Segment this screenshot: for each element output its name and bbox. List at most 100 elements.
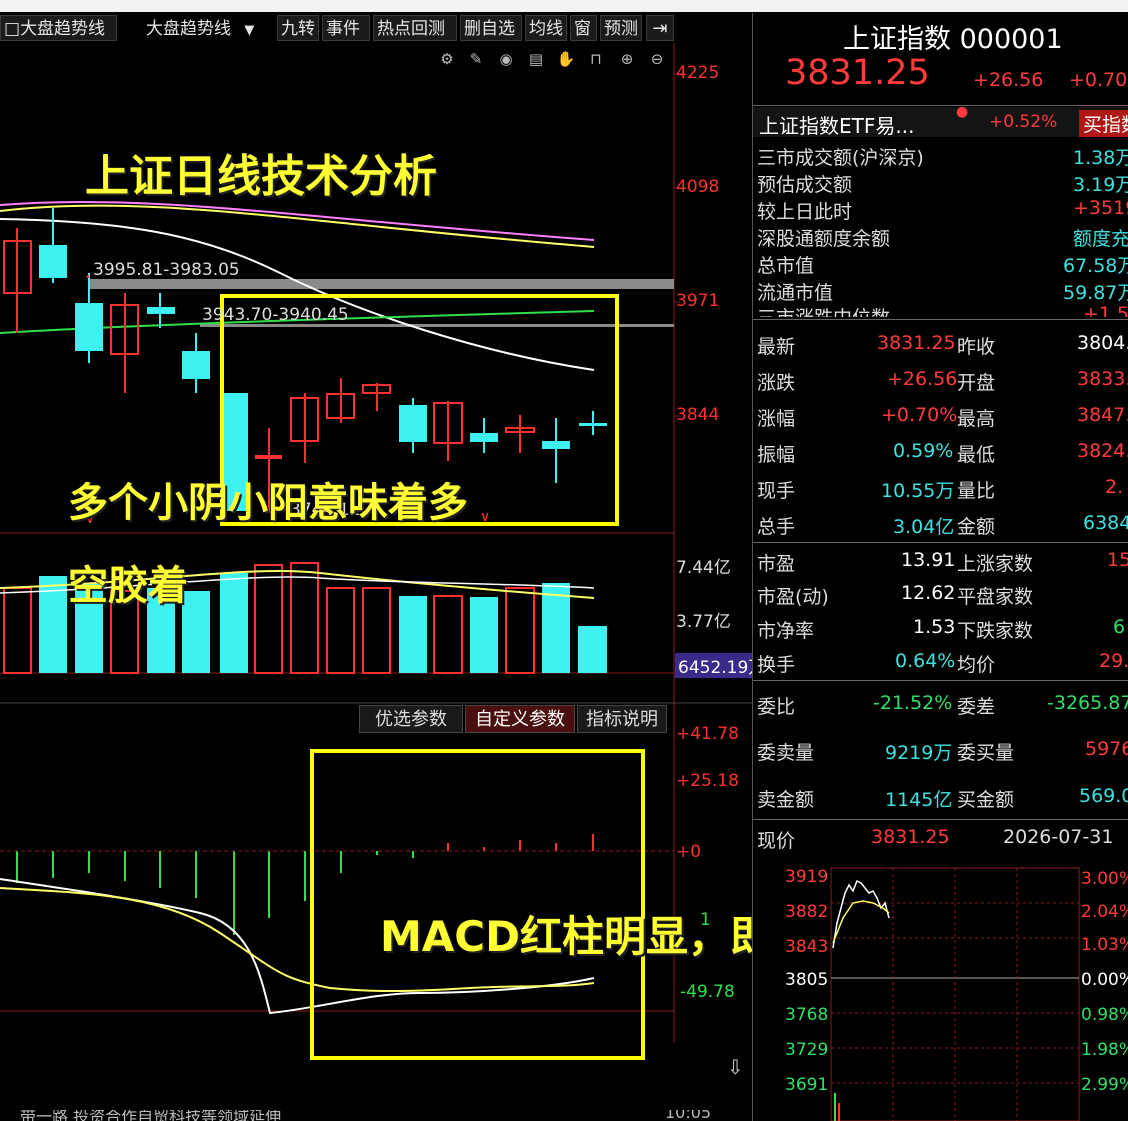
volume-axis-label: 7.44亿	[676, 558, 731, 578]
grid-label: 最低	[957, 444, 996, 466]
annotation-note1-line1: 多个小阴小阳意味着多	[68, 480, 468, 526]
grid-value: 6384	[1083, 512, 1128, 534]
grid-value: 13.91	[901, 549, 956, 571]
info-label: 预估成交额	[757, 174, 853, 196]
grid-label: 量比	[957, 480, 996, 502]
macd-axis-label: 1	[700, 910, 711, 930]
tab-moving-average[interactable]: 均线	[525, 15, 567, 41]
mini-left-axis: 3729	[785, 1040, 829, 1060]
news-text: 带一路 投资合作自贸科技等领域延伸	[20, 1110, 282, 1121]
current-price: 3831.25	[785, 53, 930, 93]
tab-events[interactable]: 事件	[322, 15, 370, 41]
mini-price-label: 现价	[757, 830, 796, 852]
grid-label: 最新	[757, 336, 796, 358]
level-label-lower: 3943.70-3940.45	[202, 305, 349, 325]
grid-label: 平盘家数	[957, 586, 1034, 608]
grid-label: 上涨家数	[957, 553, 1034, 575]
grid-label: 总手	[757, 516, 796, 538]
news-time: 10:05	[665, 1110, 712, 1121]
grid-value: 3833.	[1077, 368, 1128, 390]
grid-label: 昨收	[957, 336, 996, 358]
volume-value-badge: 6452.19万	[675, 653, 752, 678]
grid-label: 涨跌	[757, 372, 796, 394]
info-value: +3519	[1073, 197, 1128, 219]
tab-predict[interactable]: 预测	[600, 15, 642, 41]
checkbox-label: 大盘趋势线	[20, 19, 106, 39]
custom-params-button[interactable]: 自定义参数	[465, 705, 575, 733]
info-value: 67.58万	[1063, 255, 1128, 277]
info-label: 流通市值	[757, 282, 834, 304]
grid-label: 现手	[757, 480, 796, 502]
macd-axis-label: -49.78	[680, 982, 735, 1002]
preferred-params-button[interactable]: 优选参数	[359, 705, 463, 733]
mini-left-axis: 3919	[785, 867, 829, 887]
indicator-help-button[interactable]: 指标说明	[577, 705, 667, 733]
grid-label: 金额	[957, 516, 996, 538]
mini-left-axis: 3691	[785, 1075, 829, 1095]
info-label: 三市涨跌中位数	[757, 303, 890, 317]
stock-name: 上证指数 000001	[843, 24, 1063, 55]
ma-line-yellow	[0, 204, 595, 248]
mini-right-axis: 0.98%	[1081, 1005, 1128, 1025]
mini-right-axis: 1.98%	[1081, 1040, 1128, 1060]
trend-dropdown[interactable]: 大盘趋势线 ▼	[122, 15, 272, 41]
grid-value: +26.56	[887, 368, 958, 390]
grid-label: 市净率	[757, 620, 815, 642]
mini-date: 2026-07-31	[1003, 826, 1114, 848]
tab-hotspot-backtest[interactable]: 热点回测	[373, 15, 457, 41]
chevron-down-icon: ▼	[244, 23, 255, 38]
info-label: 较上日此时	[757, 201, 853, 223]
grid-label: 均价	[957, 654, 996, 676]
mini-right-axis: 3.00%	[1081, 869, 1128, 889]
quote-panel: 上证指数 000001 3831.25 +26.56 +0.70% 上证指数ET…	[752, 13, 1128, 1121]
news-ticker[interactable]: 带一路 投资合作自贸科技等领域延伸 10:05	[0, 1110, 752, 1121]
order-label: 委比	[757, 696, 796, 718]
grid-value: 3824.	[1077, 440, 1128, 462]
grid-value: 3847.	[1077, 404, 1128, 426]
ma-line-pink	[0, 200, 595, 241]
etf-name: 上证指数ETF易...	[759, 114, 915, 138]
grid-value: 2.	[1105, 476, 1124, 498]
annotation-note1-line2: 空胶着	[68, 563, 188, 609]
svg-text:⇩: ⇩	[727, 1055, 744, 1079]
resistance-band-1	[90, 279, 674, 289]
grid-label: 最高	[957, 408, 996, 430]
top-menu-strip	[0, 0, 1128, 12]
trend-checkbox[interactable]: □大盘趋势线	[0, 15, 117, 41]
info-row-clipped: 三市涨跌中位数 +1.53	[753, 303, 1128, 317]
grid-value: 15	[1107, 549, 1128, 571]
tab-jiuzhuan[interactable]: 九转	[277, 15, 319, 41]
candles	[3, 208, 607, 513]
dropdown-value: 大盘趋势线	[146, 19, 231, 39]
mini-right-axis: 1.03%	[1081, 935, 1128, 955]
grid-label: 振幅	[757, 444, 796, 466]
grid-value: 3804.	[1077, 332, 1128, 354]
grid-value: 12.62	[901, 582, 956, 604]
tab-remove-watchlist[interactable]: 删自选	[460, 15, 522, 41]
svg-text:•: •	[85, 272, 91, 283]
grid-label: 下跌家数	[957, 620, 1034, 642]
info-value: 额度充	[1073, 228, 1128, 250]
grid-label: 市盈(动)	[757, 586, 829, 608]
buy-index-button[interactable]: 买指数	[1079, 110, 1128, 137]
order-value: -21.52%	[873, 692, 953, 714]
macd-axis-label: +41.78	[676, 724, 739, 744]
collapse-panel-icon[interactable]: ⇥	[646, 15, 674, 41]
grid-value: 0.64%	[895, 650, 956, 672]
mini-right-axis: 0.00%	[1081, 970, 1128, 990]
grid-label: 换手	[757, 654, 796, 676]
grid-label: 涨幅	[757, 408, 796, 430]
price-axis-label: 4225	[676, 63, 720, 83]
order-label: 委买量	[957, 742, 1015, 764]
volume-axis-label: 3.77亿	[676, 612, 731, 632]
tab-window[interactable]: 窗	[570, 15, 597, 41]
chart-toolbar: □大盘趋势线 大盘趋势线 ▼ 九转 事件 热点回测 删自选 均线 窗 预测 ⇥	[0, 13, 674, 43]
checkbox-icon: □	[4, 19, 21, 39]
grid-value: 6	[1113, 616, 1126, 638]
mini-price: 3831.25	[871, 826, 950, 848]
grid-label: 市盈	[757, 553, 796, 575]
price-axis-label: 4098	[676, 177, 720, 197]
price-change: +26.56	[973, 69, 1044, 91]
info-value: 3.19万	[1073, 174, 1128, 196]
mini-left-axis: 3805	[785, 970, 829, 990]
